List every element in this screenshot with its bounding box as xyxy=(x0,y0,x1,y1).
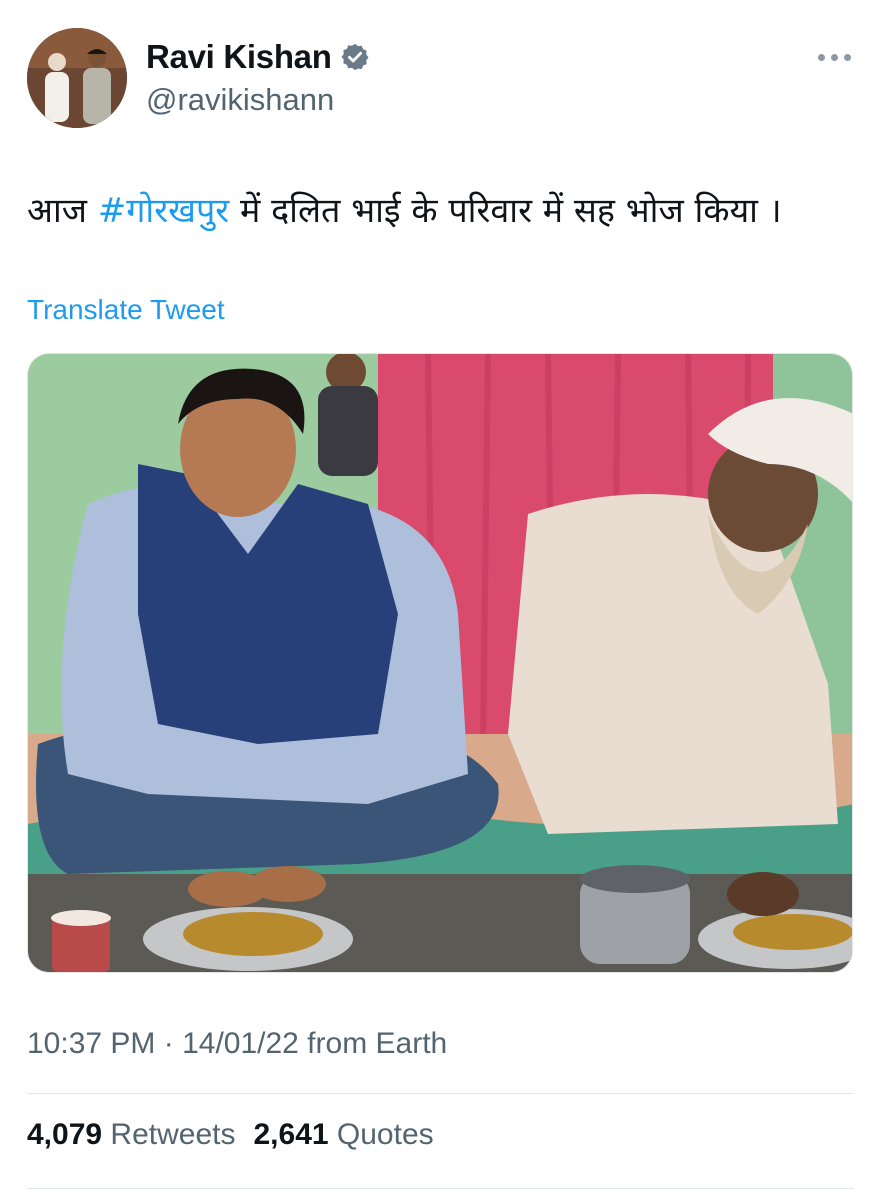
photo-illustration xyxy=(28,354,852,972)
tweet-timestamp[interactable]: 10:37 PM · 14/01/22 from Earth xyxy=(27,1027,447,1061)
tweet-stats: 4,079 Retweets 2,641 Quotes xyxy=(27,1118,434,1152)
divider xyxy=(27,1093,854,1094)
hashtag-link[interactable]: #गोरखपुर xyxy=(98,191,229,231)
quotes-count: 2,641 xyxy=(253,1118,329,1151)
tweet-media-photo[interactable] xyxy=(27,353,853,973)
avatar[interactable] xyxy=(27,28,127,128)
tweet-text: आज #गोरखपुर में दलित भाई के परिवार में स… xyxy=(27,188,782,234)
tweet-text-prefix: आज xyxy=(27,191,98,231)
retweets-count: 4,079 xyxy=(27,1118,103,1151)
tweet-text-suffix: में दलित भाई के परिवार में सह भोज किया । xyxy=(229,191,782,231)
retweets-stat[interactable]: 4,079 Retweets xyxy=(27,1118,235,1152)
translate-tweet-link[interactable]: Translate Tweet xyxy=(27,294,225,326)
avatar-photo xyxy=(27,28,127,128)
verified-badge-icon xyxy=(340,42,370,72)
divider xyxy=(27,1188,854,1189)
quotes-stat[interactable]: 2,641 Quotes xyxy=(253,1118,433,1152)
retweets-label: Retweets xyxy=(110,1118,236,1151)
author-handle[interactable]: @ravikishann xyxy=(146,82,334,118)
quotes-label: Quotes xyxy=(336,1118,434,1151)
more-options-icon[interactable] xyxy=(818,52,852,64)
author-name-row[interactable]: Ravi Kishan xyxy=(146,38,370,76)
author-display-name[interactable]: Ravi Kishan xyxy=(146,38,332,76)
